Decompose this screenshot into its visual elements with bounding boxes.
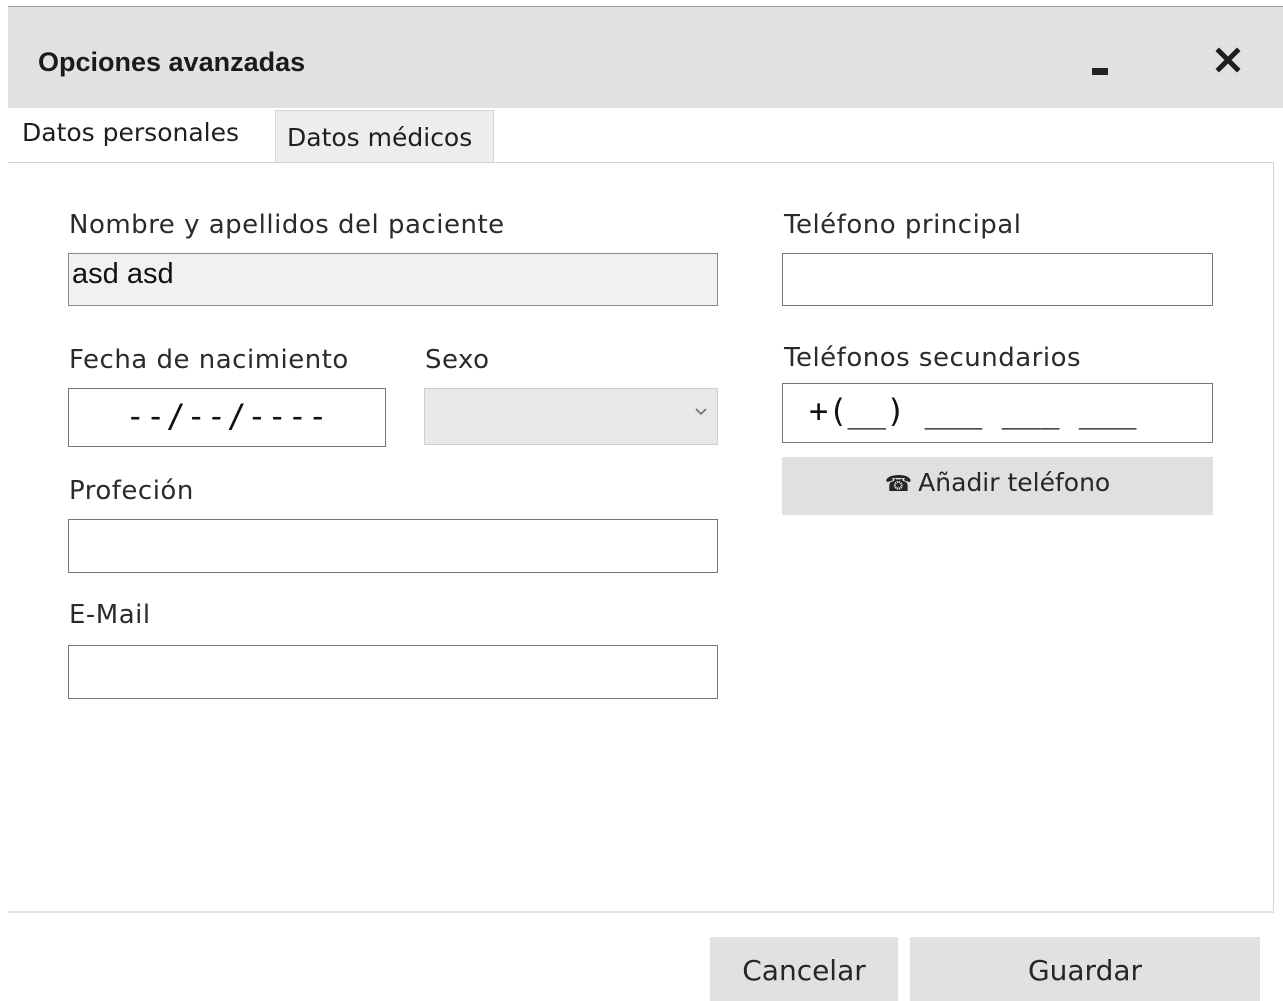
close-icon (1215, 47, 1241, 73)
tab-datos-personales[interactable]: Datos personales (22, 118, 239, 162)
secondary-phone-field[interactable]: +(__) ___ ___ ___ (782, 383, 1213, 443)
sex-select[interactable] (424, 388, 718, 445)
sex-label: Sexo (425, 345, 490, 375)
dialog-title: Opciones avanzadas (38, 47, 306, 77)
birthdate-field[interactable]: --/--/---- (68, 388, 386, 447)
telephone-icon: ☎ (884, 472, 913, 497)
email-field[interactable] (68, 645, 718, 699)
cancel-button[interactable]: Cancelar (710, 937, 898, 1001)
title-bar[interactable]: Opciones avanzadas (8, 7, 1283, 108)
birthdate-label: Fecha de nacimiento (69, 345, 349, 375)
add-phone-button[interactable]: ☎ Añadir teléfono (782, 457, 1213, 515)
advanced-options-dialog: Opciones avanzadas Datos personales Dato… (0, 0, 1283, 1001)
tab-datos-medicos[interactable]: Datos médicos (275, 110, 494, 162)
chevron-down-icon (695, 408, 707, 416)
close-button[interactable] (1208, 41, 1248, 81)
secondary-phones-label: Teléfonos secundarios (784, 343, 1082, 373)
add-phone-label: Añadir teléfono (918, 468, 1111, 497)
minimize-button[interactable] (1086, 49, 1120, 83)
profession-label: Profeción (69, 476, 194, 506)
minimize-icon (1092, 68, 1108, 75)
name-field[interactable]: asd asd (68, 253, 718, 306)
email-label: E-Mail (69, 600, 151, 630)
main-phone-label: Teléfono principal (784, 210, 1022, 240)
main-phone-field[interactable] (782, 253, 1213, 306)
name-label: Nombre y apellidos del paciente (69, 210, 505, 240)
profession-field[interactable] (68, 519, 718, 573)
save-button[interactable]: Guardar (910, 937, 1260, 1001)
